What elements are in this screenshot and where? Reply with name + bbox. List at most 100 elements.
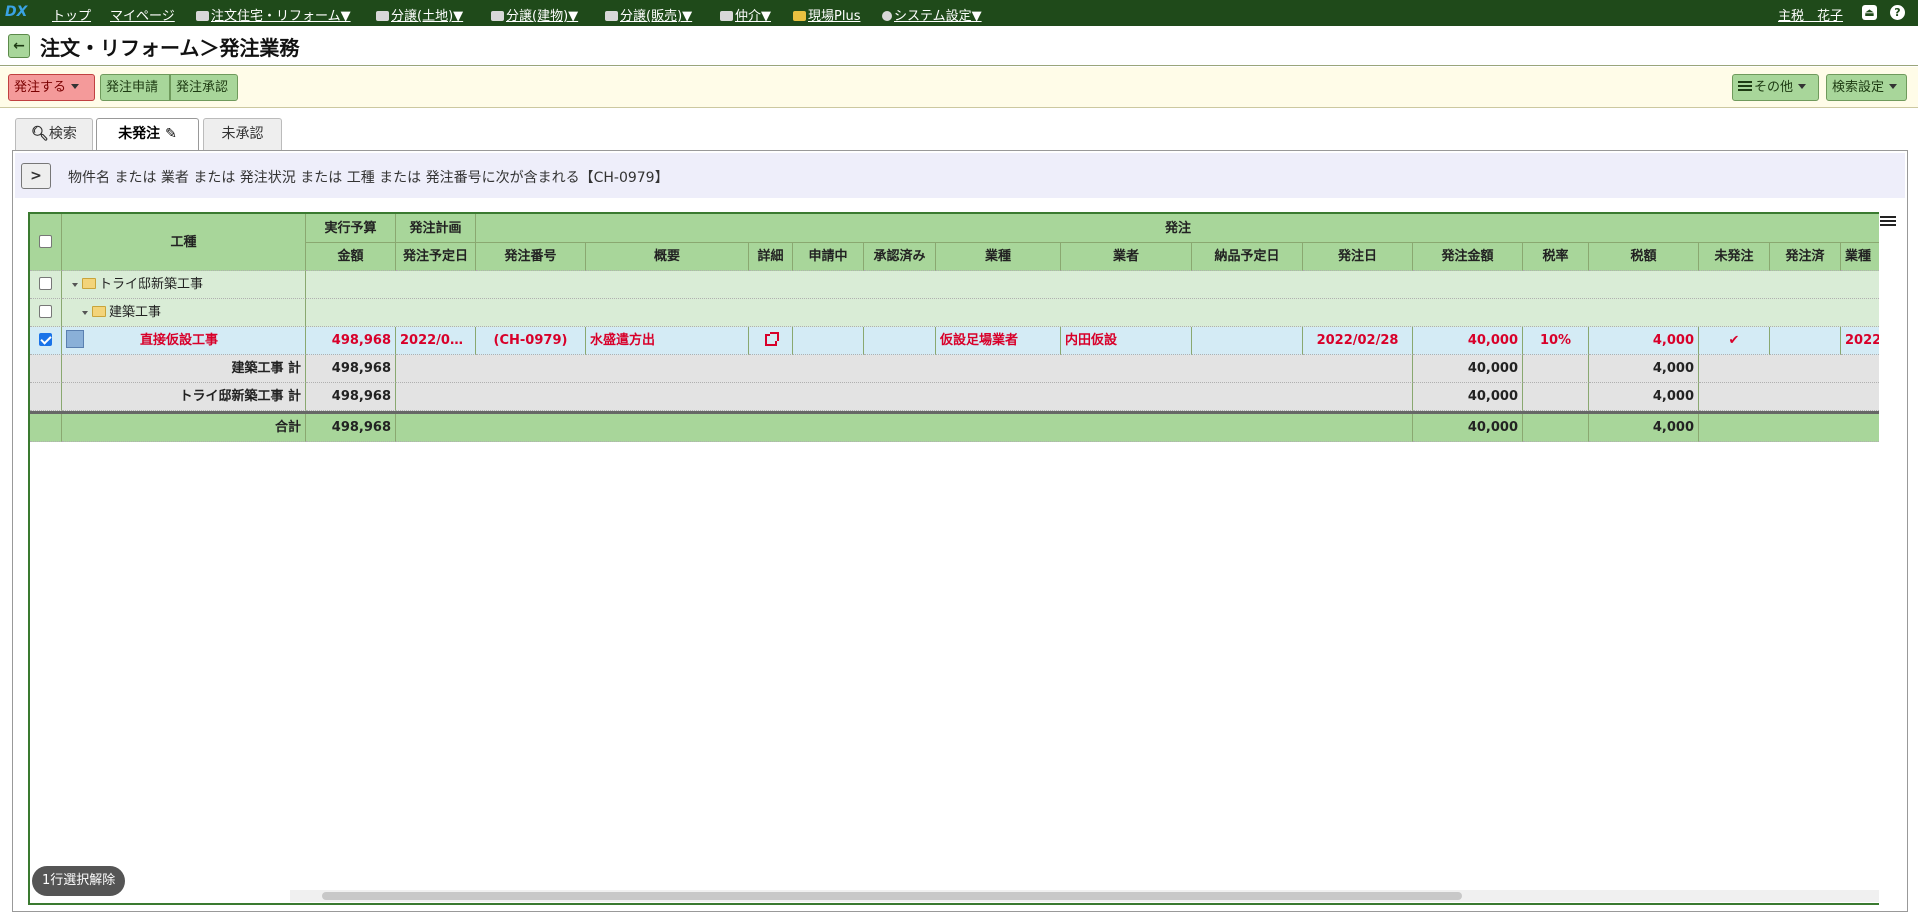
row-fill — [1523, 414, 1589, 442]
nav-system-settings[interactable]: システム設定▼ — [882, 5, 982, 24]
nav-mypage[interactable]: マイページ — [110, 5, 175, 24]
help-icon[interactable]: ? — [1890, 5, 1905, 20]
nav-top[interactable]: トップ — [52, 5, 91, 24]
other-menu-button[interactable]: その他 — [1732, 74, 1819, 101]
header-tax-rate[interactable]: 税率 — [1523, 243, 1589, 271]
back-button[interactable]: ← — [8, 34, 30, 58]
search-settings-button[interactable]: 検索設定 — [1826, 74, 1907, 101]
genba-plus-icon — [793, 11, 806, 21]
search-settings-label: 検索設定 — [1832, 80, 1885, 95]
select-all-cell — [30, 214, 62, 271]
document-icon — [66, 330, 84, 348]
column-menu-icon[interactable] — [1880, 214, 1896, 230]
tree-cell: 建築工事 — [62, 299, 306, 327]
expand-icon[interactable] — [82, 311, 88, 315]
external-link-icon[interactable] — [764, 332, 779, 346]
nav-custom-housing[interactable]: 注文住宅・リフォーム▼ — [196, 5, 351, 24]
tab-unordered-label: 未発注 — [118, 126, 161, 142]
item-order-no[interactable]: (CH-0979) — [476, 327, 586, 355]
order-request-button[interactable]: 発注申請 — [100, 74, 170, 101]
header-plan-date[interactable]: 発注予定日 — [396, 243, 476, 271]
search-icon: 🔍︎ — [31, 126, 49, 142]
total-tax: 4,000 — [1589, 414, 1699, 442]
total-label: 合計 — [62, 414, 306, 442]
header-industry[interactable]: 業種 — [936, 243, 1061, 271]
filter-condition-text: 物件名 または 業者 または 発注状況 または 工種 または 発注番号に次が含ま… — [68, 170, 669, 186]
row-select-cell — [30, 299, 62, 327]
row-checkbox[interactable] — [39, 277, 52, 290]
header-koshu[interactable]: 工種 — [62, 214, 306, 271]
nav-building[interactable]: 分譲(建物)▼ — [491, 5, 578, 24]
app-logo[interactable]: DX — [5, 4, 27, 20]
row-checkbox[interactable] — [39, 305, 52, 318]
header-budget-amount[interactable]: 金額 — [306, 243, 396, 271]
row-select-cell — [30, 383, 62, 411]
horizontal-scrollbar[interactable] — [290, 890, 1879, 902]
nav-brokerage[interactable]: 仲介▼ — [720, 5, 771, 24]
header-detail[interactable]: 詳細 — [749, 243, 793, 271]
header-vendor[interactable]: 業者 — [1061, 243, 1192, 271]
vertical-scrollbar[interactable] — [1879, 270, 1897, 907]
order-approve-button[interactable]: 発注承認 — [170, 74, 238, 101]
deselect-row-button[interactable]: 1行選択解除 — [32, 866, 126, 896]
header-applying[interactable]: 申請中 — [793, 243, 864, 271]
header-budget-group: 実行予算 — [306, 214, 396, 243]
menu-icon — [1738, 79, 1752, 93]
subtotal-label: トライ邸新築工事 計 — [62, 383, 306, 411]
nav-custom-housing-label: 注文住宅・リフォーム▼ — [211, 9, 351, 24]
user-name[interactable]: 主税 花子 — [1778, 5, 1843, 24]
select-all-checkbox[interactable] — [39, 235, 52, 248]
item-order-amount: 40,000 — [1413, 327, 1523, 355]
detail-cell — [749, 327, 793, 355]
item-unordered-mark: ✔ — [1699, 327, 1770, 355]
header-unordered[interactable]: 未発注 — [1699, 243, 1770, 271]
nav-land-label: 分譲(土地)▼ — [391, 9, 464, 24]
item-tax: 4,000 — [1589, 327, 1699, 355]
land-icon — [376, 11, 389, 21]
title-bar: ← 注文・リフォーム＞発注業務 — [0, 26, 1918, 66]
header-last[interactable]: 業種 — [1841, 243, 1879, 271]
row-fill — [1523, 355, 1589, 383]
horizontal-scroll-thumb[interactable] — [322, 892, 1462, 900]
category-name: 建築工事 — [109, 305, 162, 320]
nav-land[interactable]: 分譲(土地)▼ — [376, 5, 463, 24]
header-order-amount[interactable]: 発注金額 — [1413, 243, 1523, 271]
item-tax-rate: 10% — [1523, 327, 1589, 355]
header-tax[interactable]: 税額 — [1589, 243, 1699, 271]
item-industry: 仮設足場業者 — [936, 327, 1061, 355]
row-fill — [1699, 383, 1879, 411]
row-fill — [306, 299, 1879, 327]
header-delivery-date[interactable]: 納品予定日 — [1192, 243, 1303, 271]
tab-bar: 🔍︎検索 未発注 ✎ 未承認 — [0, 108, 1918, 151]
nav-genba-plus[interactable]: 現場Plus — [793, 5, 860, 24]
header-summary[interactable]: 概要 — [586, 243, 749, 271]
row-fill — [1699, 414, 1879, 442]
expand-icon[interactable] — [72, 283, 78, 287]
subtotal-tax: 4,000 — [1589, 355, 1699, 383]
order-button[interactable]: 発注する — [8, 74, 95, 101]
nav-sales[interactable]: 分譲(販売)▼ — [605, 5, 692, 24]
total-amount: 40,000 — [1413, 414, 1523, 442]
logout-icon[interactable]: ⏏ — [1862, 5, 1877, 20]
building-icon — [491, 11, 504, 21]
nav-building-label: 分譲(建物)▼ — [506, 9, 579, 24]
folder-icon — [92, 306, 106, 317]
subtotal-label: 建築工事 計 — [62, 355, 306, 383]
header-order-no[interactable]: 発注番号 — [476, 243, 586, 271]
chevron-right-icon[interactable]: > — [21, 163, 51, 189]
item-delivery-date — [1192, 327, 1303, 355]
item-applying — [793, 327, 864, 355]
house-icon — [196, 11, 209, 21]
tab-unapproved[interactable]: 未承認 — [203, 118, 282, 150]
row-select-cell — [30, 271, 62, 299]
header-ordered[interactable]: 発注済 — [1770, 243, 1841, 271]
header-approved[interactable]: 承認済み — [864, 243, 936, 271]
header-order-date[interactable]: 発注日 — [1303, 243, 1413, 271]
nav-sales-label: 分譲(販売)▼ — [620, 9, 693, 24]
sales-icon — [605, 11, 618, 21]
row-checkbox-checked[interactable] — [39, 333, 52, 346]
item-plan-date: 2022/0… — [396, 327, 476, 355]
tab-unordered[interactable]: 未発注 ✎ — [96, 118, 199, 151]
page-title: 注文・リフォーム＞発注業務 — [40, 36, 300, 60]
tab-search[interactable]: 🔍︎検索 — [15, 118, 93, 150]
